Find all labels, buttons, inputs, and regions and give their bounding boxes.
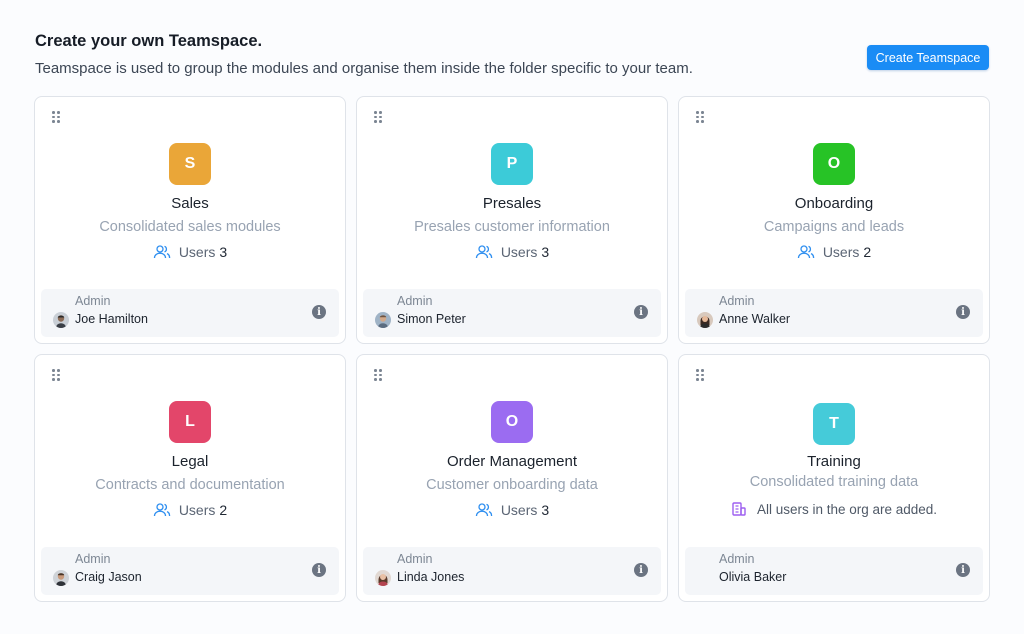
users-count: Users 3 [357, 502, 667, 518]
users-count: Users 3 [357, 244, 667, 260]
teamspace-name: Presales [482, 195, 542, 212]
users-icon [153, 245, 171, 259]
teamspace-name: Training [807, 453, 861, 470]
teamspace-letter-tile: L [169, 401, 211, 443]
teamspace-letter-tile: P [491, 143, 533, 185]
drag-handle-icon[interactable] [696, 111, 704, 123]
admin-label: Admin [719, 552, 755, 566]
users-value: 3 [541, 502, 550, 518]
admin-name: Simon Peter [397, 312, 466, 326]
info-icon[interactable]: i [956, 305, 970, 319]
page-header: Create your own Teamspace. Teamspace is … [35, 32, 995, 77]
users-icon [475, 503, 493, 517]
teamspace-description: Customer onboarding data [426, 477, 598, 493]
all-users-note: All users in the org are added. [679, 501, 989, 517]
admin-section: Admin Simon Peter i [363, 289, 661, 337]
admin-label: Admin [75, 294, 111, 308]
teamspace-description: Consolidated sales modules [99, 219, 281, 235]
teamspace-letter-tile: O [491, 401, 533, 443]
admin-label: Admin [719, 294, 755, 308]
admin-label: Admin [397, 552, 433, 566]
users-label: Users [500, 244, 538, 260]
users-icon [153, 503, 171, 517]
avatar [375, 570, 391, 586]
teamspace-description: Campaigns and leads [763, 219, 905, 235]
teamspace-grid: S Sales Consolidated sales modules Users… [34, 96, 990, 602]
users-count: Users 2 [679, 244, 989, 260]
users-label: Users [500, 502, 538, 518]
teamspace-letter-tile: T [813, 403, 855, 445]
teamspace-description: Presales customer information [414, 219, 610, 235]
avatar [697, 312, 713, 328]
teamspace-letter-tile: S [169, 143, 211, 185]
teamspace-name: Order Management [446, 453, 578, 470]
users-label: Users [822, 244, 860, 260]
teamspace-card-legal[interactable]: L Legal Contracts and documentation User… [34, 354, 346, 602]
teamspace-description: Contracts and documentation [95, 477, 285, 493]
teamspace-card-onboarding[interactable]: O Onboarding Campaigns and leads Users 2… [678, 96, 990, 344]
info-icon[interactable]: i [634, 563, 648, 577]
drag-handle-icon[interactable] [52, 111, 60, 123]
admin-name: Joe Hamilton [75, 312, 148, 326]
info-icon[interactable]: i [312, 305, 326, 319]
users-count: Users 2 [35, 502, 345, 518]
info-icon[interactable]: i [634, 305, 648, 319]
drag-handle-icon[interactable] [374, 369, 382, 381]
admin-name: Anne Walker [719, 312, 791, 326]
users-icon [797, 245, 815, 259]
teamspace-card-order-management[interactable]: O Order Management Customer onboarding d… [356, 354, 668, 602]
admin-section: Admin Linda Jones i [363, 547, 661, 595]
teamspace-letter-tile: O [813, 143, 855, 185]
avatar [375, 312, 391, 328]
page-title: Create your own Teamspace. [35, 32, 263, 50]
users-value: 2 [863, 244, 872, 260]
teamspace-name: Legal [171, 453, 209, 470]
create-teamspace-button[interactable]: Create Teamspace [867, 45, 989, 70]
admin-label: Admin [75, 552, 111, 566]
teamspace-name: Onboarding [794, 195, 874, 212]
admin-section: Admin Craig Jason i [41, 547, 339, 595]
users-label: Users [178, 244, 216, 260]
all-users-note-text: All users in the org are added. [756, 501, 938, 517]
admin-section: Admin Olivia Baker i [685, 547, 983, 595]
avatar [53, 570, 69, 586]
users-icon [475, 245, 493, 259]
teamspace-card-training[interactable]: T Training Consolidated training data Al… [678, 354, 990, 602]
info-icon[interactable]: i [956, 563, 970, 577]
teamspace-name: Sales [171, 195, 209, 212]
admin-name: Craig Jason [75, 570, 142, 584]
teamspace-card-sales[interactable]: S Sales Consolidated sales modules Users… [34, 96, 346, 344]
drag-handle-icon[interactable] [52, 369, 60, 381]
admin-section: Admin Joe Hamilton i [41, 289, 339, 337]
admin-section: Admin Anne Walker i [685, 289, 983, 337]
drag-handle-icon[interactable] [696, 369, 704, 381]
admin-name: Linda Jones [397, 570, 465, 584]
page-subtitle: Teamspace is used to group the modules a… [35, 60, 693, 77]
info-icon[interactable]: i [312, 563, 326, 577]
users-value: 3 [541, 244, 550, 260]
teamspace-description: Consolidated training data [749, 474, 919, 490]
teamspace-card-presales[interactable]: P Presales Presales customer information… [356, 96, 668, 344]
users-label: Users [178, 502, 216, 518]
users-count: Users 3 [35, 244, 345, 260]
users-value: 2 [219, 502, 228, 518]
users-value: 3 [219, 244, 228, 260]
avatar [53, 312, 69, 328]
admin-label: Admin [397, 294, 433, 308]
organization-icon [732, 502, 746, 516]
admin-name: Olivia Baker [719, 570, 787, 584]
drag-handle-icon[interactable] [374, 111, 382, 123]
